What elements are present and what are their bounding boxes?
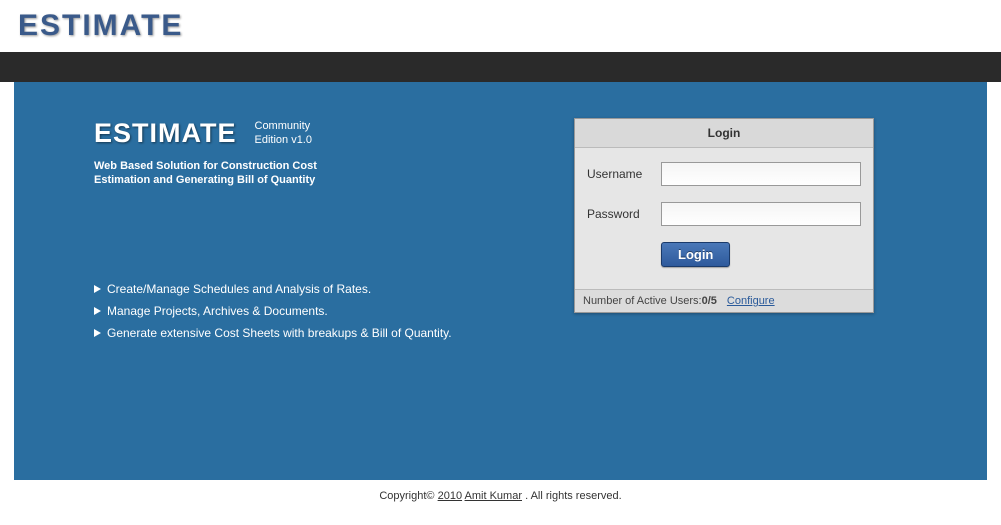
feature-list: Create/Manage Schedules and Analysis of …	[94, 278, 514, 344]
arrow-right-icon	[94, 285, 101, 293]
hero-title: ESTIMATE	[94, 118, 237, 149]
active-users-label: Number of Active Users:	[583, 295, 702, 307]
feature-item: Manage Projects, Archives & Documents.	[94, 300, 514, 322]
username-input[interactable]	[661, 162, 861, 186]
main-content-panel: ESTIMATE Community Edition v1.0 Web Base…	[14, 82, 987, 480]
tagline-line-2: Estimation and Generating Bill of Quanti…	[94, 174, 315, 186]
arrow-right-icon	[94, 307, 101, 315]
feature-text: Generate extensive Cost Sheets with brea…	[107, 326, 452, 340]
nav-bar-band	[0, 52, 1001, 82]
hero-column: ESTIMATE Community Edition v1.0 Web Base…	[14, 82, 514, 480]
feature-text: Create/Manage Schedules and Analysis of …	[107, 282, 371, 296]
password-input[interactable]	[661, 202, 861, 226]
login-heading: Login	[575, 119, 873, 148]
username-label: Username	[587, 167, 661, 181]
feature-item: Create/Manage Schedules and Analysis of …	[94, 278, 514, 300]
copyright-suffix: . All rights reserved.	[525, 490, 622, 502]
feature-text: Manage Projects, Archives & Documents.	[107, 304, 328, 318]
header-bar: ESTIMATE	[0, 0, 1001, 52]
hero-tagline: Web Based Solution for Construction Cost…	[94, 159, 514, 188]
username-row: Username	[587, 162, 861, 186]
login-button[interactable]: Login	[661, 242, 730, 267]
login-column: Login Username Password Login Number of …	[514, 82, 874, 480]
edition-line-1: Community	[255, 120, 311, 132]
password-row: Password	[587, 202, 861, 226]
page-footer: Copyright© 2010 Amit Kumar . All rights …	[0, 480, 1001, 502]
author-link[interactable]: Amit Kumar	[465, 490, 522, 502]
copyright-year: 2010	[438, 490, 462, 502]
password-label: Password	[587, 207, 661, 221]
tagline-line-1: Web Based Solution for Construction Cost	[94, 160, 317, 172]
copyright-prefix: Copyright©	[379, 490, 437, 502]
feature-item: Generate extensive Cost Sheets with brea…	[94, 322, 514, 344]
configure-link[interactable]: Configure	[727, 295, 775, 307]
login-footer: Number of Active Users: 0/5 Configure	[575, 289, 873, 312]
login-form: Username Password Login	[575, 148, 873, 289]
edition-line-2: Edition v1.0	[255, 134, 312, 146]
brand-logo: ESTIMATE	[18, 9, 183, 43]
hero-edition: Community Edition v1.0	[255, 120, 312, 146]
arrow-right-icon	[94, 329, 101, 337]
login-panel: Login Username Password Login Number of …	[574, 118, 874, 313]
active-users-value: 0/5	[702, 295, 717, 307]
